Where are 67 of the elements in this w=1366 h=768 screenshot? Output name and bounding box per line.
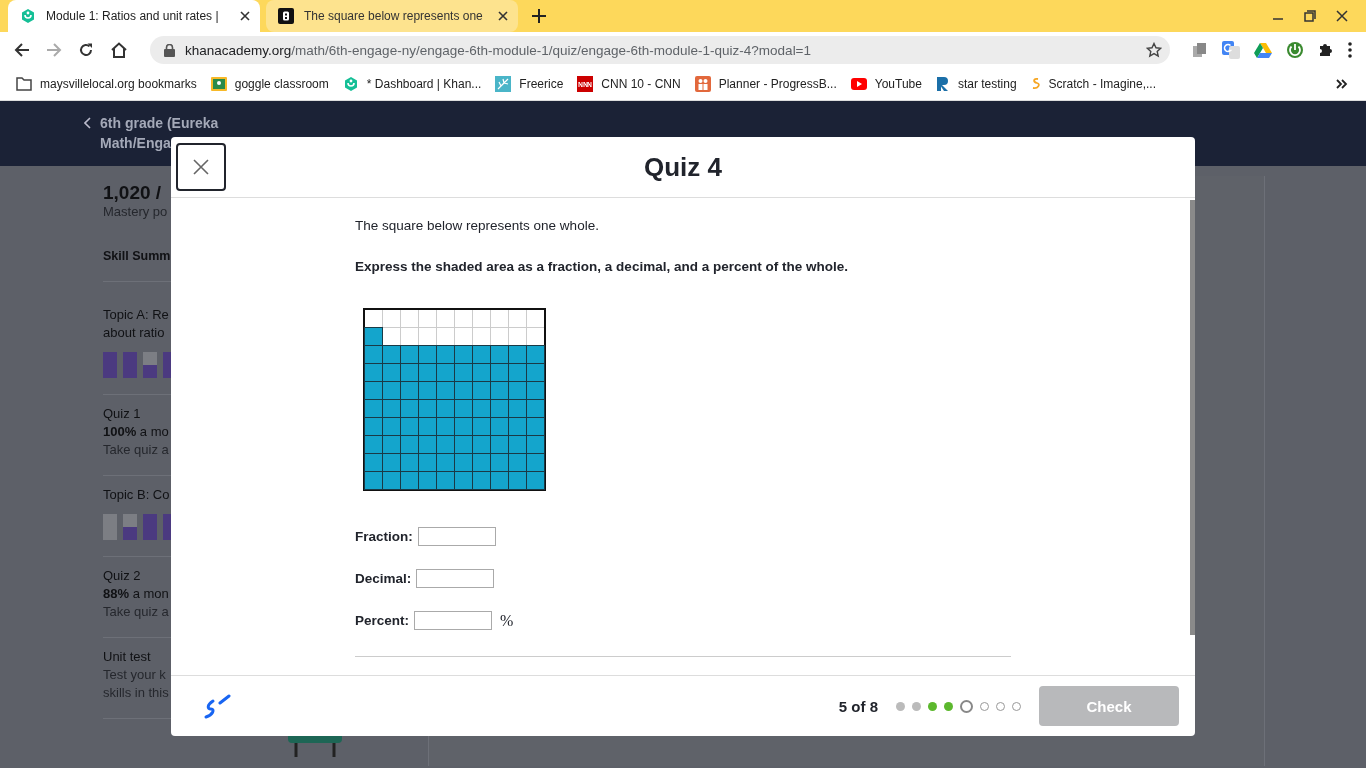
people-logo-icon	[694, 76, 711, 92]
leaf-logo-icon	[495, 76, 512, 92]
news-logo-icon	[577, 76, 594, 92]
answer-field[interactable]	[414, 611, 493, 630]
dialog-title: Quiz 4	[644, 151, 722, 183]
skill-bar	[123, 352, 137, 378]
bookmark[interactable]: Planner - ProgressB...	[694, 76, 837, 92]
scribble-pen-icon[interactable]	[203, 693, 231, 719]
reload-icon[interactable]	[78, 42, 94, 58]
scrollbar[interactable]	[1190, 200, 1195, 635]
quiz-score: 88% a mon	[103, 585, 170, 603]
close-icon[interactable]	[1336, 10, 1348, 22]
skill-bar	[143, 352, 157, 378]
close-icon	[193, 159, 209, 175]
address-bar[interactable]: khanacademy.org/math/6th-engage-ny/engage-6th-module-1/quiz/engage-6th-module-1-quiz-4?modal=1	[150, 36, 1170, 64]
progress-count: 5 of 8	[838, 697, 878, 715]
play-logo-icon	[850, 78, 867, 90]
star-icon[interactable]	[1146, 42, 1162, 58]
hexagon-logo-icon	[342, 76, 359, 92]
unit-symbol: %	[500, 611, 514, 630]
field-label: Percent:	[355, 613, 410, 628]
classroom-board-icon	[210, 77, 227, 91]
test-description: skills in this	[103, 684, 170, 702]
menu-icon[interactable]	[1348, 42, 1352, 58]
skill-bar	[143, 514, 157, 540]
answer-field[interactable]	[417, 527, 496, 546]
back-arrow-icon[interactable]	[14, 42, 30, 58]
test-description: Test your k	[103, 666, 167, 684]
folder-icon	[16, 77, 32, 91]
stacked-pages-icon[interactable]	[1192, 42, 1208, 58]
chevron-left-icon[interactable]	[84, 117, 92, 129]
close-button[interactable]	[176, 143, 226, 191]
bookmark[interactable]: goggle classroom	[210, 77, 329, 91]
bookmark[interactable]: YouTube	[850, 77, 922, 91]
close-icon[interactable]	[240, 11, 250, 21]
hexagon-logo-icon	[20, 8, 36, 24]
quiz-score: 100% a mo	[103, 423, 170, 441]
breadcrumb-link[interactable]: 6th grade (Eureka	[100, 113, 219, 133]
lock-icon	[164, 43, 175, 57]
squiggle-logo-icon	[1030, 77, 1041, 91]
bookmark[interactable]: star testing	[935, 76, 1017, 92]
field-label: Fraction:	[355, 529, 413, 544]
skill-bar	[123, 514, 137, 540]
translate-icon[interactable]	[1222, 41, 1240, 59]
bookmark[interactable]: * Dashboard | Khan...	[342, 76, 482, 92]
skill-bar	[103, 352, 117, 378]
triangle-drive-icon[interactable]	[1254, 42, 1272, 58]
bookmark[interactable]: maysvillelocal.org bookmarks	[16, 77, 197, 91]
mastery-label: Mastery po	[103, 204, 169, 219]
close-icon[interactable]	[498, 11, 508, 21]
plus-icon[interactable]	[532, 9, 546, 23]
field-label: Decimal:	[355, 571, 412, 586]
double-chevron-icon[interactable]	[1336, 79, 1348, 89]
r-logo-icon	[935, 76, 950, 92]
answer-field[interactable]	[416, 569, 495, 588]
bookmark[interactable]: Scratch - Imagine,...	[1030, 77, 1156, 91]
letter-logo-icon	[278, 8, 294, 24]
bookmark[interactable]: CNN 10 - CNN	[577, 76, 681, 92]
power-icon[interactable]	[1286, 41, 1304, 59]
restore-icon[interactable]	[1304, 10, 1316, 22]
puzzle-piece-icon[interactable]	[1318, 42, 1334, 58]
home-icon[interactable]	[110, 42, 128, 58]
browser-tab[interactable]: The square below represents one	[266, 0, 518, 32]
browser-tab[interactable]: Module 1: Ratios and unit rates |	[8, 0, 260, 32]
question-text: The square below represents one whole.	[355, 218, 600, 233]
mastery-points: 1,020 /	[103, 182, 163, 204]
bookmark[interactable]: Freerice	[495, 76, 564, 92]
